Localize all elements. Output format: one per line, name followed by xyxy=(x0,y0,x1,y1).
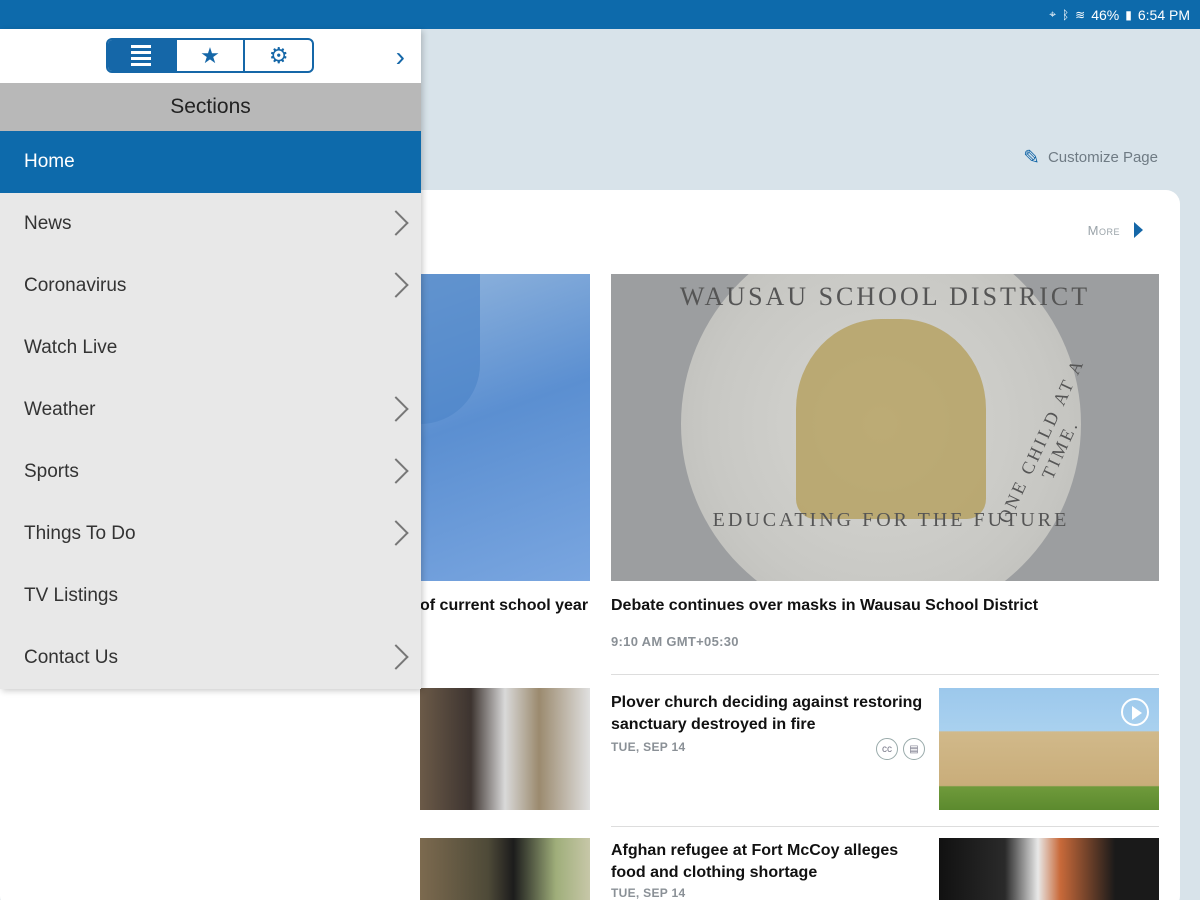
battery-icon: ▮ xyxy=(1125,7,1132,22)
menu-item-news[interactable]: News xyxy=(0,193,421,255)
customize-page-button[interactable]: ✎ Customize Page xyxy=(1023,145,1158,170)
story2-date: TUE, SEP 14 xyxy=(611,740,686,754)
story-thumbnail-people[interactable] xyxy=(420,688,590,810)
sections-header: Sections xyxy=(0,83,421,131)
chevron-right-icon[interactable] xyxy=(387,209,407,237)
menu-item-things-to-do[interactable]: Things To Do xyxy=(0,503,421,565)
play-icon[interactable] xyxy=(1121,698,1149,726)
drawer-tab-switcher: ★ ⚙ xyxy=(106,38,314,73)
story3-headline[interactable]: Afghan refugee at Fort McCoy alleges foo… xyxy=(611,840,931,884)
menu-item-label: Watch Live xyxy=(24,337,118,358)
more-link[interactable]: More xyxy=(1088,222,1143,238)
main-story-headline[interactable]: Debate continues over masks in Wausau Sc… xyxy=(611,597,1038,615)
menu-item-label: Sports xyxy=(24,461,79,482)
wifi-icon: ≋ xyxy=(1075,7,1086,22)
chevron-right-icon[interactable] xyxy=(387,271,407,299)
menu-item-weather[interactable]: Weather xyxy=(0,379,421,441)
divider xyxy=(611,826,1159,827)
menu-item-label: TV Listings xyxy=(24,585,118,606)
story3-date: TUE, SEP 14 xyxy=(611,886,686,900)
menu-item-label: Things To Do xyxy=(24,523,136,544)
location-icon: ⌖ xyxy=(1049,7,1056,21)
more-label: More xyxy=(1087,222,1120,238)
chevron-right-icon[interactable] xyxy=(387,643,407,671)
menu-item-label: News xyxy=(24,213,72,234)
close-drawer-chevron-icon[interactable]: › xyxy=(396,41,405,73)
menu-item-tv-listings[interactable]: TV Listings xyxy=(0,565,421,627)
customize-label: Customize Page xyxy=(1047,149,1158,166)
tab-sections[interactable] xyxy=(108,40,177,71)
tab-favorites[interactable]: ★ xyxy=(177,40,246,71)
star-icon: ★ xyxy=(200,42,220,68)
divider xyxy=(611,674,1159,675)
story2-thumbnail-church[interactable] xyxy=(939,688,1159,810)
menu-item-label: Coronavirus xyxy=(24,275,127,296)
chevron-right-icon[interactable] xyxy=(387,457,407,485)
chevron-right-icon[interactable] xyxy=(387,519,407,547)
story-image-main[interactable]: WAUSAU SCHOOL DISTRICT EDUCATING FOR THE… xyxy=(611,274,1159,581)
menu-item-coronavirus[interactable]: Coronavirus xyxy=(0,255,421,317)
story-thumbnail-animal[interactable] xyxy=(420,838,590,900)
menu-item-watch-live[interactable]: Watch Live xyxy=(0,317,421,379)
chevron-right-icon[interactable] xyxy=(387,395,407,423)
arrow-right-icon xyxy=(1134,222,1143,238)
bluetooth-icon: ᛒ xyxy=(1061,7,1070,22)
main-story-timestamp: 9:10 AM GMT+05:30 xyxy=(611,634,739,649)
pencil-icon: ✎ xyxy=(1023,147,1040,169)
sections-drawer: ★ ⚙ › Sections Home News Coronavirus Wat… xyxy=(0,29,421,689)
left-story-headline[interactable]: of current school year xyxy=(420,597,588,615)
battery-level: 46% xyxy=(1091,6,1120,23)
status-bar: ⌖ ᛒ ≋ 46% ▮ 6:54 PM xyxy=(0,0,1200,29)
menu-item-home[interactable]: Home xyxy=(0,131,421,193)
drawer-toolbar: ★ ⚙ › xyxy=(0,29,421,83)
seal-text-top: WAUSAU SCHOOL DISTRICT xyxy=(679,282,1091,311)
story2-headline[interactable]: Plover church deciding against restoring… xyxy=(611,692,931,736)
gear-icon: ⚙ xyxy=(268,42,289,68)
story-image-left[interactable] xyxy=(420,274,590,581)
tab-settings[interactable]: ⚙ xyxy=(245,40,312,71)
caption-icon[interactable]: cc xyxy=(876,738,898,760)
clock: 6:54 PM xyxy=(1137,6,1190,23)
menu-item-sports[interactable]: Sports xyxy=(0,441,421,503)
menu-item-label: Home xyxy=(24,151,75,172)
story3-thumbnail[interactable] xyxy=(939,838,1159,900)
bell-image xyxy=(796,319,986,519)
menu-item-label: Contact Us xyxy=(24,647,118,668)
list-icon xyxy=(108,45,175,66)
menu-item-label: Weather xyxy=(24,399,96,420)
text-icon[interactable]: ▤ xyxy=(903,738,925,760)
menu-item-contact-us[interactable]: Contact Us xyxy=(0,627,421,689)
